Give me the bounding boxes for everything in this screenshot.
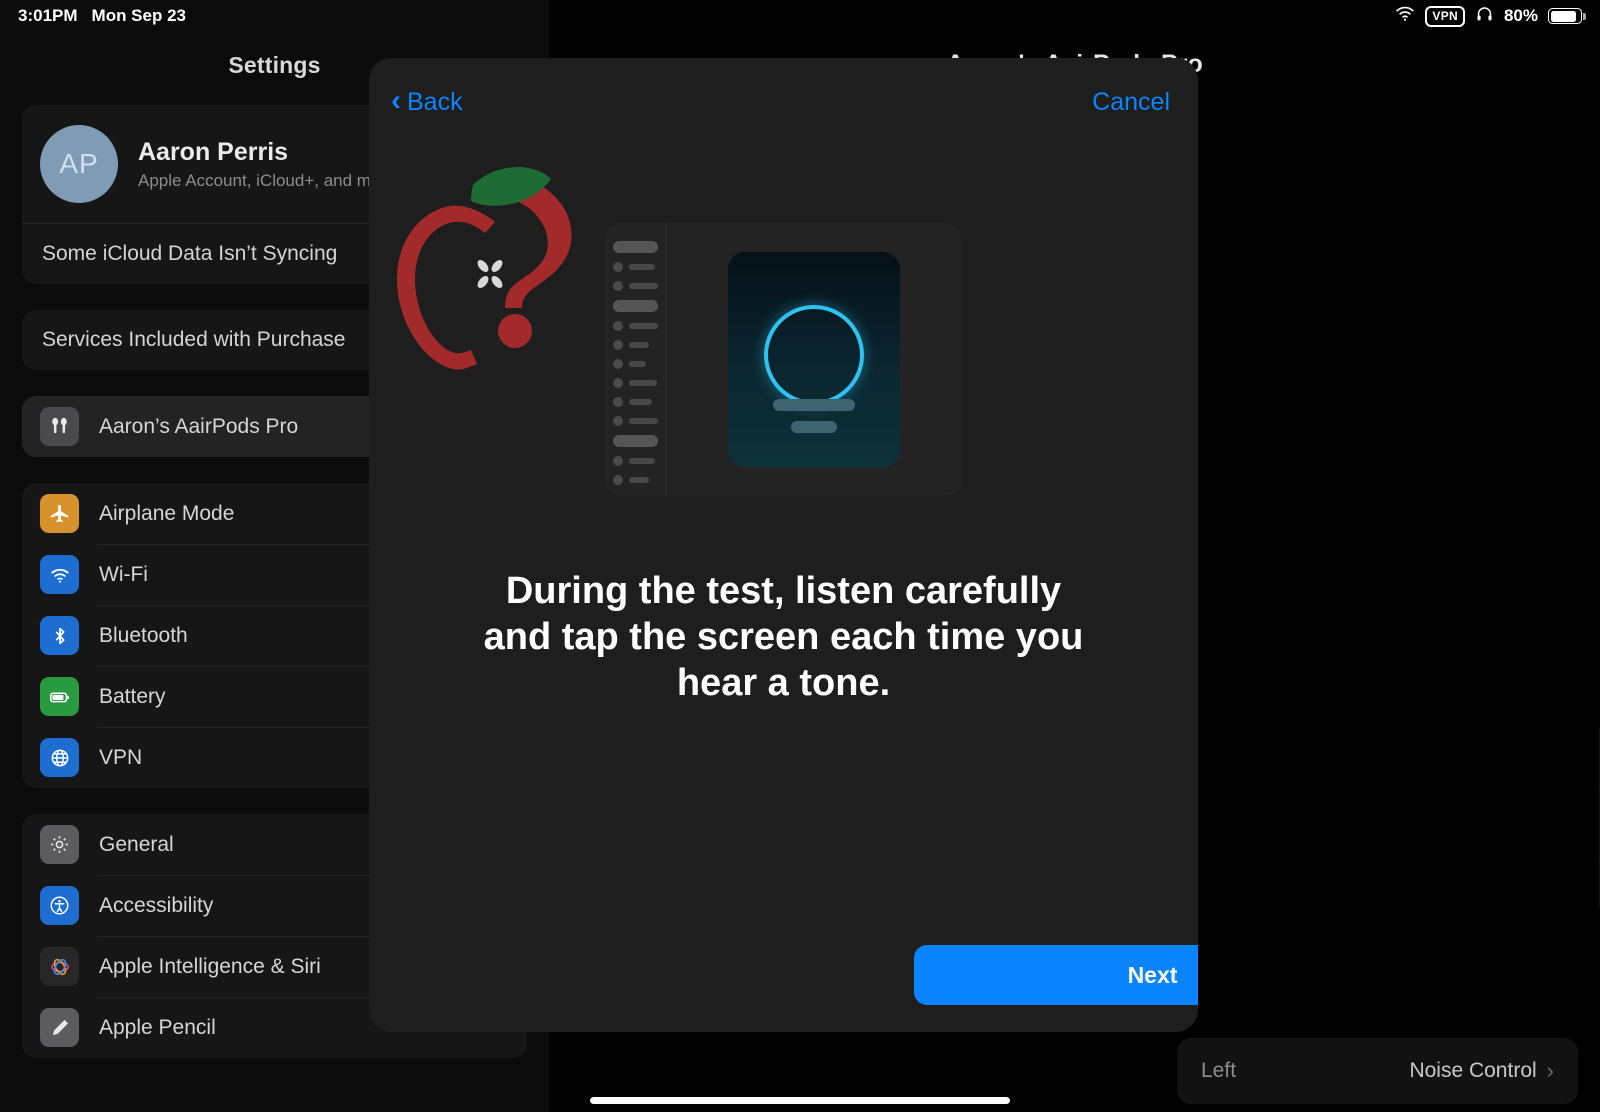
sidebar-item-label: Aaron’s AairPods Pro [99,414,299,438]
airpods-icon [40,407,79,446]
sidebar-item-label: Accessibility [99,893,214,917]
vpn-badge: VPN [1425,5,1465,27]
sidebar-item-label: VPN [99,745,143,769]
cancel-button[interactable]: Cancel [1092,88,1170,117]
sidebar-item-label: Wi-Fi [99,562,148,586]
wifi-icon [40,555,79,594]
sidebar-item-label: Airplane Mode [99,501,235,525]
hearing-test-illustration [605,223,961,496]
wifi-icon [1395,6,1415,27]
airplane-icon [40,494,79,533]
status-date: Mon Sep 23 [91,6,186,25]
gear-icon [40,825,79,864]
sidebar-item-label: Apple Intelligence & Siri [99,954,321,978]
avatar: AP [40,125,118,203]
account-name: Aaron Perris [138,137,289,166]
hearing-test-modal: ‹ Back Cancel During the test, listen ca… [369,58,1198,1032]
sidebar-item-label: Battery [99,684,166,708]
left-ear-label: Left [1201,1059,1237,1082]
battery-icon [40,677,79,716]
headphones-icon [1475,5,1494,28]
accessibility-icon [40,886,79,925]
modal-headline: During the test, listen carefully and ta… [483,570,1084,704]
bottom-bar: Left Noise Control › [1177,1038,1578,1104]
chevron-left-icon: ‹ [391,83,401,117]
hero-area [369,120,1198,496]
next-button[interactable]: Next [914,945,1198,1005]
siri-icon [40,947,79,986]
home-indicator[interactable] [590,1097,1010,1104]
illustration-device [667,223,961,496]
device-text-placeholder-1 [773,399,855,411]
noise-control-label: Noise Control [1409,1059,1537,1082]
tone-test-screen [728,252,900,467]
apple-question-mark-icon [385,165,600,380]
bluetooth-icon [40,616,79,655]
pencil-icon [40,1008,79,1047]
sidebar-item-label: Bluetooth [99,623,188,647]
back-button-label: Back [407,87,463,116]
tone-ring-icon [764,304,864,405]
sidebar-item-label: Apple Pencil [99,1015,216,1039]
illustration-sidebar-placeholder [605,223,667,496]
modal-nav-bar: ‹ Back Cancel [369,58,1198,120]
account-subtitle: Apple Account, iCloud+, and m [138,170,371,190]
battery-percent: 80% [1503,6,1538,25]
chevron-right-icon: › [1546,1058,1554,1083]
status-bar: 3:01PM Mon Sep 23 VPN 80% [0,0,1600,32]
noise-control-row[interactable]: Noise Control › [1409,1058,1554,1084]
sidebar-item-label: General [99,832,174,856]
globe-icon [40,738,79,777]
device-text-placeholder-2 [791,421,837,433]
status-time: 3:01PM [18,6,78,25]
battery-icon [1548,8,1586,24]
back-button[interactable]: ‹ Back [391,83,463,117]
